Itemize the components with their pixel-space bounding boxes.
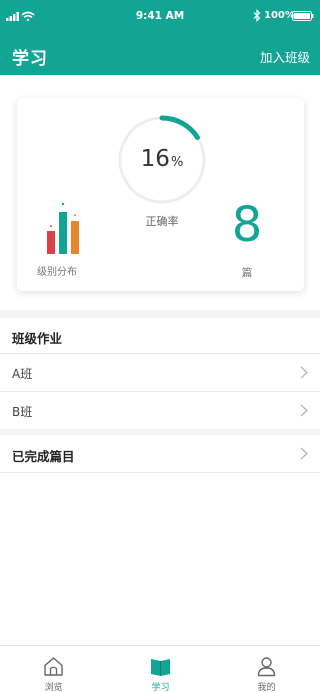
class-homework-title: 班级作业 <box>12 331 63 346</box>
class-homework-header: 班级作业 <box>0 318 320 353</box>
app-header: 9:41 AM 100% 学习 加入班级 <box>0 0 320 75</box>
status-bar: 9:41 AM 100% <box>0 0 320 34</box>
accuracy-label: 正确率 <box>145 215 179 228</box>
articles-count: 8 <box>231 197 263 253</box>
class-b-row[interactable]: B班 <box>0 392 320 429</box>
class-b-label: B班 <box>12 405 33 419</box>
tab-browse[interactable]: 浏览 <box>0 646 107 692</box>
class-a-label: A班 <box>12 367 33 381</box>
level-distribution-label: 级别分布 <box>37 267 77 278</box>
class-a-row[interactable]: A班 <box>0 354 320 391</box>
accuracy-ring-arc <box>159 115 200 140</box>
stats-card: 16% 正确率 级别分布 8 篇 <box>17 98 304 291</box>
battery-icon <box>292 11 314 21</box>
bluetooth-icon <box>253 9 261 22</box>
completed-articles-label: 已完成篇目 <box>12 449 75 464</box>
accuracy-unit: % <box>170 155 184 170</box>
tab-mine-label: 我的 <box>257 683 276 692</box>
book-icon <box>151 659 170 676</box>
level-distribution-chart-icon <box>47 202 79 254</box>
chevron-right-icon <box>300 404 308 417</box>
tab-mine[interactable]: 我的 <box>213 646 320 692</box>
completed-articles-row[interactable]: 已完成篇目 <box>0 435 320 472</box>
battery-percent: 100% <box>264 10 295 21</box>
chevron-right-icon <box>300 447 308 460</box>
chart-bar-orange <box>71 221 79 254</box>
tab-bar: 浏览 学习 我的 <box>0 645 320 692</box>
user-icon <box>257 657 276 677</box>
chart-bar-red <box>47 231 55 254</box>
home-icon <box>44 657 63 676</box>
accuracy-number: 16 <box>140 146 170 172</box>
tab-study-label: 学习 <box>151 683 170 692</box>
chart-bar-teal <box>59 212 67 254</box>
join-class-button[interactable]: 加入班级 <box>260 47 310 66</box>
chevron-right-icon <box>300 366 308 379</box>
accuracy-value: 16% <box>117 146 207 172</box>
page-title: 学习 <box>12 49 48 69</box>
main-content: 16% 正确率 级别分布 8 篇 班级作业 A班 B班 已完成篇目 <box>0 75 320 645</box>
stats-panel: 16% 正确率 级别分布 8 篇 <box>0 75 320 310</box>
tab-browse-label: 浏览 <box>44 683 63 692</box>
empty-area <box>0 473 320 645</box>
tab-study[interactable]: 学习 <box>107 646 214 692</box>
articles-unit: 篇 <box>241 267 253 279</box>
